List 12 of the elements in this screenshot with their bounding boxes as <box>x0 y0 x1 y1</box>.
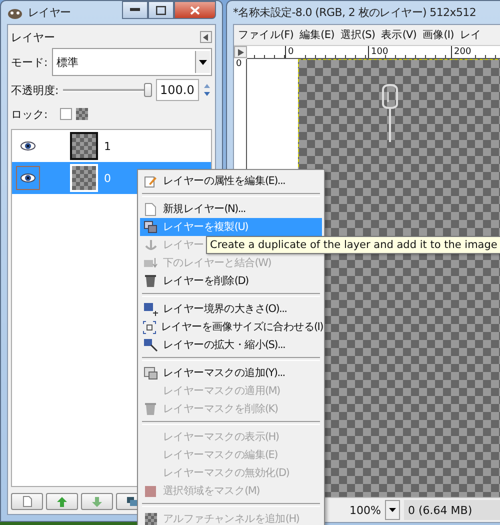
panel-title: レイヤー <box>11 30 55 44</box>
opacity-label: 不透明度: <box>11 82 59 98</box>
mode-label: モード: <box>11 54 48 70</box>
window-title: レイヤー <box>28 5 71 20</box>
lock-label: ロック: <box>11 106 48 122</box>
tooltip: Create a duplicate of the layer and add it to the image <box>206 236 500 254</box>
window-title: *名称未設定-8.0 (RGB, 2 枚のレイヤー) 512x512 <box>233 5 476 20</box>
ruler-label: 0 <box>235 59 242 69</box>
status-text: 0 (6.64 MB) <box>404 500 500 520</box>
layer-name: 0 <box>104 172 111 184</box>
layer-name: 1 <box>104 140 111 152</box>
zoom-level: 100% <box>350 504 381 516</box>
